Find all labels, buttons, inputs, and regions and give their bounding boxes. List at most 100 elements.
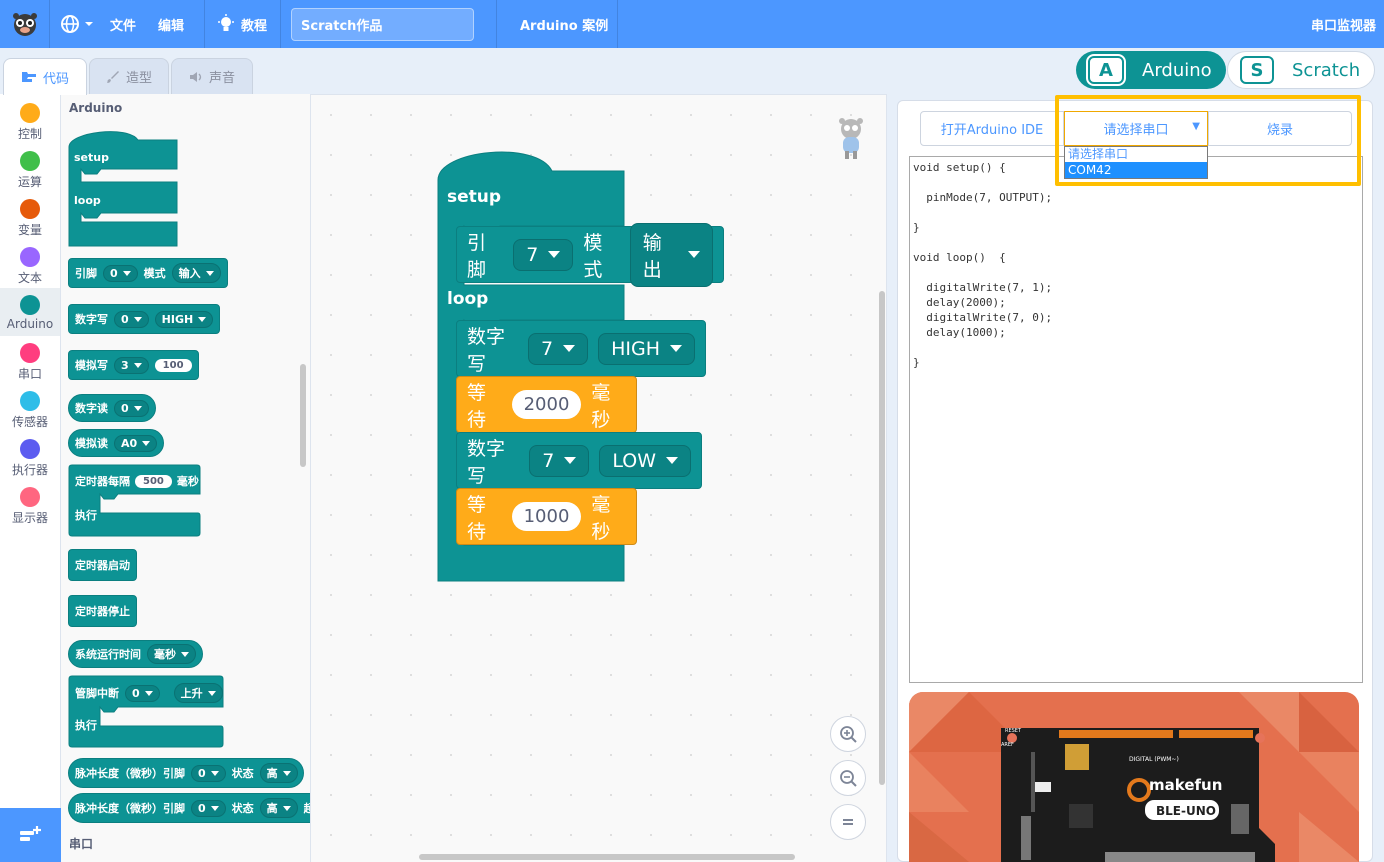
pin-interrupt-header: 管脚中断 0 上升 [75,683,223,703]
category-sensors[interactable]: 传感器 [0,386,60,434]
digital-read-block[interactable]: 数字读 0 [68,394,156,422]
category-text[interactable]: 文本 [0,242,60,290]
arduino-mode-button[interactable]: A Arduino [1076,51,1226,89]
tab-code[interactable]: 代码 [3,58,87,95]
level-dropdown[interactable]: HIGH [154,310,214,328]
board-preview-image: AREF RESET DIGITAL (PWM~) makefun BLE-UN… [909,692,1359,862]
block-label: 等待 [467,381,487,431]
digital-write-block[interactable]: 数字写 0 HIGH [68,304,221,334]
project-title-input[interactable]: Scratch作品 [291,8,474,41]
analog-read-block[interactable]: 模拟读 A0 [68,429,165,457]
interval-input[interactable]: 500 [135,474,172,488]
block-label: 系统运行时间 [75,648,141,661]
menu-edit[interactable]: 编辑 [158,0,184,48]
level-dropdown[interactable]: LOW [599,444,691,477]
pulse-length-block-2[interactable]: 脉冲长度（微秒）引脚 0 状态 高 超 [68,793,310,823]
tab-costumes[interactable]: 造型 [89,58,169,94]
category-dot-icon [20,439,40,459]
category-dot-icon [20,247,40,267]
scratch-mode-button[interactable]: S Scratch [1227,51,1375,89]
category-dot-icon [20,103,40,123]
edge-dropdown[interactable]: 上升 [173,683,223,703]
block-palette: Arduino setup loop 引脚 0 模式 输入 数字写 0 HIGH… [61,94,311,862]
category-actuators[interactable]: 执行器 [0,434,60,482]
timer-every-header: 定时器每隔 500 毫秒 [75,473,199,489]
digital-write-low-block[interactable]: 数字写 7 LOW [456,432,702,489]
zoom-reset-button[interactable] [830,804,866,840]
category-operators[interactable]: 运算 [0,146,60,194]
arduino-mode-label: Arduino [1142,59,1212,81]
pin-dropdown[interactable]: A0 [114,434,158,452]
category-control[interactable]: 控制 [0,98,60,146]
block-label: 模拟写 [75,359,108,372]
system-time-block[interactable]: 系统运行时间 毫秒 [68,640,203,668]
digital-write-high-block[interactable]: 数字写 7 HIGH [456,320,706,377]
state-dropdown[interactable]: 高 [259,763,298,783]
level-dropdown[interactable]: HIGH [598,332,695,365]
pin-mode-block[interactable]: 引脚 0 模式 输入 [68,258,228,288]
pin-dropdown[interactable]: 7 [513,238,574,271]
block-label: 脉冲长度（微秒）引脚 [75,767,185,780]
board-model-label: BLE-UNO [1156,804,1216,818]
state-dropdown[interactable]: 高 [259,798,298,818]
wait-block[interactable]: 等待 2000 毫秒 [456,376,637,433]
block-label: 定时器启动 [75,559,130,572]
duration-input[interactable]: 1000 [511,502,582,531]
category-label: 文本 [17,271,42,285]
pin-dropdown[interactable]: 0 [114,310,149,328]
unit-dropdown[interactable]: 毫秒 [147,644,196,664]
palette-scrollbar[interactable] [300,364,306,467]
tab-costumes-label: 造型 [125,71,152,86]
menu-tutorial[interactable]: 教程 [217,0,267,48]
open-arduino-ide-button[interactable]: 打开Arduino IDE [920,111,1064,146]
zoom-out-button[interactable] [830,760,866,796]
category-label: 控制 [17,127,42,141]
menu-file[interactable]: 文件 [110,0,136,48]
wait-block[interactable]: 等待 1000 毫秒 [456,488,637,545]
pin-dropdown[interactable]: 0 [191,799,226,817]
pulse-length-block[interactable]: 脉冲长度（微秒）引脚 0 状态 高 [68,758,304,788]
menu-serial-monitor[interactable]: 串口监视器 [1311,0,1376,48]
pin-dropdown[interactable]: 3 [114,356,149,374]
block-label: 执行 [75,509,97,522]
zoom-in-button[interactable] [830,716,866,752]
block-label: 毫秒 [176,475,199,488]
pin-mode-script-block[interactable]: 引脚 7 模式 输出 [456,222,724,287]
category-displays[interactable]: 显示器 [0,482,60,530]
scratch-mode-label: Scratch [1292,59,1361,81]
category-dot-icon [20,343,40,363]
equals-icon [843,819,853,825]
pin-dropdown[interactable]: 0 [103,264,138,282]
mode-dropdown[interactable]: 输入 [171,263,221,283]
category-label: 执行器 [11,463,48,477]
script-area[interactable]: setup loop 引脚 7 模式 输出 数字写 7 HIGH 等待 2000… [311,94,887,862]
pin-dropdown[interactable]: 0 [191,764,226,782]
timer-stop-block[interactable]: 定时器停止 [68,595,137,627]
block-label: 引脚 [75,267,97,280]
canvas-vertical-scrollbar[interactable] [879,291,885,785]
category-arduino[interactable]: Arduino [0,288,60,336]
category-dot-icon [20,295,40,315]
category-serial[interactable]: 串口 [0,338,60,386]
duration-input[interactable]: 2000 [511,390,582,419]
add-extension-button[interactable] [0,808,61,862]
pin-dropdown[interactable]: 0 [114,399,149,417]
analog-write-block[interactable]: 模拟写 3 100 [68,350,199,380]
logo-icon[interactable] [10,0,40,48]
tab-sounds[interactable]: 声音 [171,58,253,94]
block-label: 定时器每隔 [75,475,130,488]
pin-dropdown[interactable]: 0 [125,684,160,702]
menu-arduino-examples[interactable]: Arduino 案例 [520,0,608,48]
generated-code-view[interactable]: void setup() { pinMode(7, OUTPUT); } voi… [909,156,1363,683]
timer-start-block[interactable]: 定时器启动 [68,549,137,581]
canvas-horizontal-scrollbar[interactable] [419,854,795,860]
mode-dropdown[interactable]: 输出 [629,222,713,287]
setup-loop-hat-block[interactable] [68,129,180,247]
pin-dropdown[interactable]: 7 [529,444,590,477]
language-menu[interactable] [59,0,94,48]
arduino-logo-icon: A [1088,56,1124,84]
category-variables[interactable]: 变量 [0,194,60,242]
pin-dropdown[interactable]: 7 [528,332,589,365]
value-input[interactable]: 100 [154,358,192,372]
board-reset-label: RESET [1005,728,1022,734]
